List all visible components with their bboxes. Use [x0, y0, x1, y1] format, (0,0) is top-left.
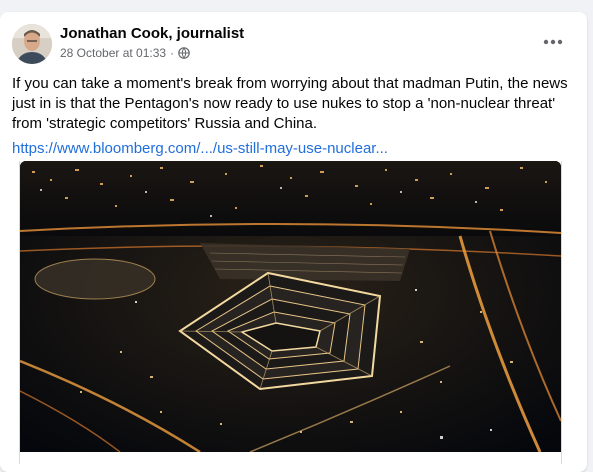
meta-separator: ·	[170, 46, 175, 60]
post-meta: 28 October at 01:33 ·	[60, 46, 190, 60]
avatar-image	[12, 24, 52, 64]
image-border-right	[561, 161, 562, 464]
post-text: If you can take a moment's break from wo…	[12, 75, 568, 132]
author-avatar[interactable]	[12, 24, 52, 64]
image-bottom-strip	[20, 452, 561, 464]
post-header: Jonathan Cook, journalist 28 October at …	[12, 24, 575, 64]
author-name[interactable]: Jonathan Cook, journalist	[60, 25, 244, 42]
pentagon-night-aerial-image	[20, 161, 561, 452]
link-preview-image[interactable]	[20, 161, 561, 452]
post-timestamp[interactable]: 28 October at 01:33	[60, 46, 166, 60]
article-link[interactable]: https://www.bloomberg.com/.../us-still-m…	[12, 140, 388, 157]
globe-icon[interactable]	[178, 47, 190, 59]
more-options-icon[interactable]	[539, 28, 567, 56]
